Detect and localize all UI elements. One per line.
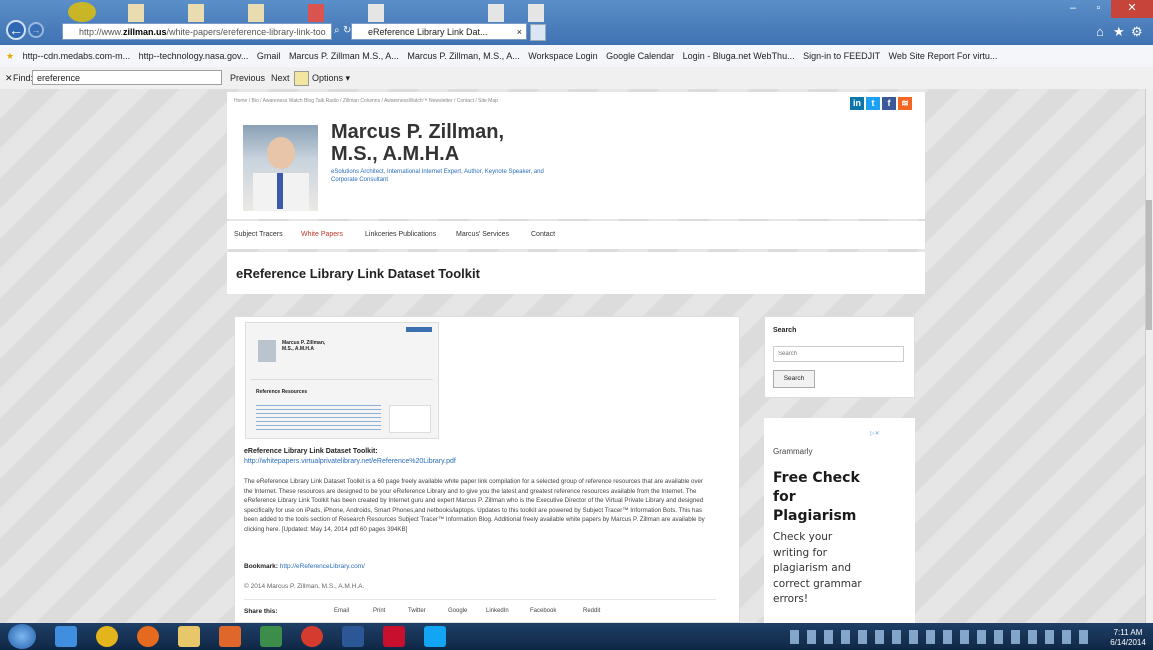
skype-icon[interactable] bbox=[424, 626, 446, 647]
divider bbox=[244, 599, 716, 600]
share-label: Share this: bbox=[244, 608, 278, 615]
minimize-icon[interactable]: – bbox=[1060, 0, 1086, 18]
favorite-item[interactable]: Login - Bluga.net WebThu... bbox=[683, 51, 795, 61]
favorite-item[interactable]: Google Calendar bbox=[606, 51, 674, 61]
browser-nav-buttons: ← → bbox=[6, 20, 48, 42]
file-explorer-icon[interactable] bbox=[178, 626, 200, 647]
nav-white-papers[interactable]: White Papers bbox=[301, 231, 343, 238]
new-tab-button[interactable] bbox=[530, 24, 546, 41]
find-previous-button[interactable]: Previous bbox=[230, 67, 265, 89]
favorite-item[interactable]: Workspace Login bbox=[528, 51, 597, 61]
word-icon[interactable] bbox=[342, 626, 364, 647]
search-widget-title: Search bbox=[773, 327, 797, 334]
article-thumbnail[interactable]: Marcus P. Zillman, M.S., A.M.H.A Referen… bbox=[245, 322, 439, 439]
bookmark-label: Bookmark: bbox=[244, 563, 278, 570]
rss-icon[interactable]: ≋ bbox=[898, 97, 912, 110]
ad-headline[interactable]: Free Check for Plagiarism bbox=[773, 469, 881, 526]
maximize-icon[interactable]: ▫ bbox=[1086, 0, 1111, 18]
address-url-prefix: http://www. bbox=[79, 27, 124, 37]
internet-explorer-icon[interactable] bbox=[55, 626, 77, 647]
find-label: Find: bbox=[13, 73, 34, 83]
highlight-icon[interactable] bbox=[294, 71, 309, 86]
bookmark-row: Bookmark: http://eReferenceLibrary.com/ bbox=[244, 563, 365, 570]
system-tray-icons[interactable] bbox=[790, 630, 1090, 644]
search-input[interactable] bbox=[773, 346, 904, 362]
close-icon[interactable]: ✕ bbox=[1111, 0, 1153, 18]
linkedin-icon[interactable]: in bbox=[850, 97, 864, 110]
tab-active[interactable]: eReference Library Link Dat... × bbox=[351, 23, 527, 40]
clock[interactable]: 7:11 AM 6/14/2014 bbox=[1108, 628, 1148, 648]
share-email-button[interactable]: Email bbox=[334, 608, 349, 614]
tab-close-icon[interactable]: × bbox=[517, 24, 522, 39]
pdf-link[interactable]: http://whitepapers.virtualprivatelibrary… bbox=[244, 458, 456, 465]
clock-date: 6/14/2014 bbox=[1110, 638, 1146, 647]
start-button[interactable] bbox=[8, 624, 36, 649]
bookmark-link[interactable]: http://eReferenceLibrary.com/ bbox=[280, 563, 365, 570]
media-player-icon[interactable] bbox=[219, 626, 241, 647]
page-title: eReference Library Link Dataset Toolkit bbox=[236, 266, 480, 281]
favorites-star-icon[interactable]: ★ bbox=[6, 51, 14, 61]
nav-contact[interactable]: Contact bbox=[531, 231, 555, 238]
home-icon[interactable]: ⌂ bbox=[1096, 24, 1104, 39]
favorite-item[interactable]: Gmail bbox=[257, 51, 281, 61]
favorite-item[interactable]: http--cdn.medabs.com-m... bbox=[23, 51, 131, 61]
social-icons: in t f ≋ bbox=[850, 92, 920, 114]
article-body: The eReference Library Link Dataset Tool… bbox=[244, 478, 705, 533]
share-reddit-button[interactable]: Reddit bbox=[583, 608, 600, 614]
back-icon[interactable]: ← bbox=[6, 20, 26, 40]
favorite-item[interactable]: http--technology.nasa.gov... bbox=[139, 51, 249, 61]
firefox-icon[interactable] bbox=[137, 626, 159, 647]
favorites-star-icon[interactable]: ★ bbox=[1113, 24, 1125, 40]
article-heading: eReference Library Link Dataset Toolkit: bbox=[244, 448, 378, 455]
tab-title: eReference Library Link Dat... bbox=[368, 27, 488, 37]
find-bar: ✕ Find: ereference Previous Next Options… bbox=[0, 67, 1153, 90]
address-url-path: /white-papers/ereference-library-link-to… bbox=[166, 27, 326, 37]
thumbnail-heading: Reference Resources bbox=[256, 389, 308, 395]
thumbnail-site-name: Marcus P. Zillman, M.S., A.M.H.A bbox=[282, 340, 326, 352]
share-google-button[interactable]: Google bbox=[448, 608, 467, 614]
site-name-line1: Marcus P. Zillman, bbox=[331, 121, 505, 143]
gear-icon[interactable]: ⚙ bbox=[1131, 24, 1143, 40]
share-print-button[interactable]: Print bbox=[373, 608, 385, 614]
app-red-icon[interactable] bbox=[301, 626, 323, 647]
clock-time: 7:11 AM bbox=[1113, 628, 1143, 637]
scrollbar-thumb[interactable] bbox=[1146, 200, 1152, 330]
scrollbar[interactable] bbox=[1145, 89, 1153, 623]
favorites-bar: ★ http--cdn.medabs.com-m... http--techno… bbox=[0, 45, 1153, 68]
share-twitter-button[interactable]: Twitter bbox=[408, 608, 426, 614]
site-name-line2: M.S., A.M.H.A bbox=[331, 143, 460, 165]
nav-linkceries-publications[interactable]: Linkceries Publications bbox=[365, 231, 436, 238]
search-icon[interactable]: ⌕ bbox=[334, 25, 340, 36]
profile-photo bbox=[243, 125, 318, 211]
share-facebook-button[interactable]: Facebook bbox=[530, 608, 556, 614]
facebook-icon[interactable]: f bbox=[882, 97, 896, 110]
site-tagline: eSolutions Architect, International Inte… bbox=[331, 169, 544, 183]
share-linkedin-button[interactable]: LinkedIn bbox=[486, 608, 509, 614]
taskbar-thumbnail-strip bbox=[68, 2, 548, 24]
favorite-item[interactable]: Sign-in to FEEDJIT bbox=[803, 51, 880, 61]
favorite-item[interactable]: Web Site Report For virtu... bbox=[888, 51, 997, 61]
copyright: © 2014 Marcus P. Zillman, M.S., A.M.H.A. bbox=[244, 583, 365, 590]
address-url-host: zillman.us bbox=[123, 27, 167, 37]
ad-body: Check your writing for plagiarism and co… bbox=[773, 531, 862, 605]
nav-subject-tracers[interactable]: Subject Tracers bbox=[234, 231, 283, 238]
chrome-icon[interactable] bbox=[96, 626, 118, 647]
twitter-icon[interactable]: t bbox=[866, 97, 880, 110]
search-button[interactable]: Search bbox=[773, 370, 815, 388]
find-input[interactable]: ereference bbox=[32, 70, 222, 85]
window-controls: – ▫ ✕ bbox=[1060, 0, 1153, 20]
acrobat-icon[interactable] bbox=[383, 626, 405, 647]
ad-brand: Grammarly bbox=[773, 447, 813, 456]
favorite-item[interactable]: Marcus P. Zillman M.S., A... bbox=[289, 51, 399, 61]
ad-choices-icon[interactable]: ▷✕ bbox=[870, 430, 888, 438]
find-next-button[interactable]: Next bbox=[271, 67, 290, 89]
nav-marcus-services[interactable]: Marcus' Services bbox=[456, 231, 509, 238]
find-options-button[interactable]: Options ▾ bbox=[312, 67, 350, 89]
app-icon[interactable] bbox=[260, 626, 282, 647]
top-links[interactable]: Home / Bio / Awareness Watch Blog Talk R… bbox=[234, 98, 498, 104]
forward-icon[interactable]: → bbox=[28, 22, 44, 38]
find-close-icon[interactable]: ✕ bbox=[5, 67, 13, 89]
address-bar[interactable]: http://www.zillman.us/white-papers/erefe… bbox=[62, 23, 332, 40]
favorite-item[interactable]: Marcus P. Zillman, M.S., A... bbox=[407, 51, 519, 61]
